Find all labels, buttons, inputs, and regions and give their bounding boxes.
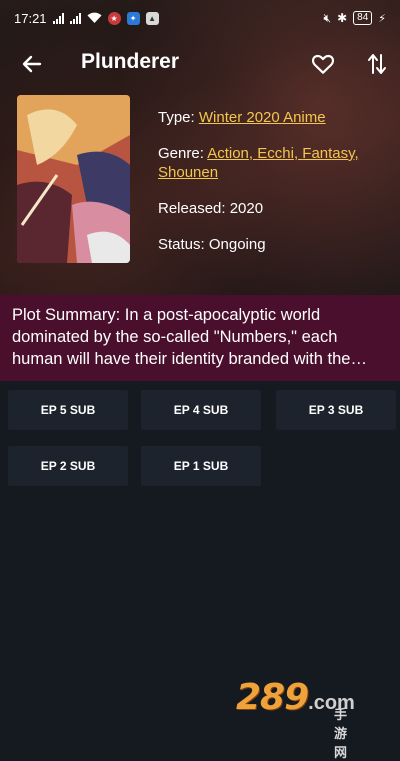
charging-icon: ⚡︎ <box>378 12 386 25</box>
genre-label: Genre: <box>158 145 208 162</box>
status-label: Status: <box>158 236 209 253</box>
mute-icon: 🔇︎ <box>323 10 332 25</box>
anime-info: Type: Winter 2020 Anime Genre: Action, E… <box>158 108 388 271</box>
episode-button-4[interactable]: EP 4 SUB <box>141 390 261 430</box>
status-time: 17:21 <box>14 10 47 26</box>
battery-icon: 84 <box>353 11 373 25</box>
genre-separator: , <box>354 145 359 162</box>
genre-link-action[interactable]: Action <box>207 145 249 162</box>
signal-icon <box>52 12 64 24</box>
status-row: Status: Ongoing <box>158 235 388 254</box>
plot-summary-text: Plot Summary: In a post-apocalyptic worl… <box>12 306 367 368</box>
released-row: Released: 2020 <box>158 199 388 218</box>
genre-link-fantasy[interactable]: Fantasy <box>302 145 354 162</box>
cover-image <box>17 95 130 263</box>
gallery-icon: ▲ <box>145 11 159 25</box>
heart-icon[interactable] <box>310 51 336 77</box>
genre-link-ecchi[interactable]: Ecchi <box>257 145 294 162</box>
plot-summary[interactable]: Plot Summary: In a post-apocalyptic worl… <box>0 295 400 381</box>
episode-button-2[interactable]: EP 2 SUB <box>8 446 128 486</box>
type-row: Type: Winter 2020 Anime <box>158 108 388 127</box>
type-link[interactable]: Winter 2020 Anime <box>199 109 326 126</box>
back-arrow-icon[interactable] <box>20 52 44 76</box>
status-left: 17:21 ★ ✦ ▲ <box>14 11 159 26</box>
status-value: Ongoing <box>208 236 266 253</box>
status-bar: 17:21 ★ ✦ ▲ 🔇︎ ✱ 84 ⚡︎ <box>0 0 400 36</box>
bluetooth-icon: ✱ <box>337 11 348 25</box>
genre-row: Genre: Action, Ecchi, Fantasy, Shounen <box>158 144 388 182</box>
watermark-cn-text: 手游网 <box>334 707 350 760</box>
watermark-logo: 289.com 手游网 <box>236 677 355 761</box>
released-value: 2020 <box>229 200 264 217</box>
genre-separator: , <box>248 145 258 162</box>
episode-button-5[interactable]: EP 5 SUB <box>8 390 128 430</box>
episode-button-1[interactable]: EP 1 SUB <box>141 446 261 486</box>
sort-icon[interactable] <box>365 51 389 77</box>
page-title: Plunderer <box>81 50 180 73</box>
released-label: Released: <box>158 200 230 217</box>
flag-icon: ★ <box>107 11 121 25</box>
episode-button-3[interactable]: EP 3 SUB <box>276 390 396 430</box>
signal-icon <box>69 12 81 24</box>
watermark-number: 289 <box>236 677 309 718</box>
genre-link-shounen[interactable]: Shounen <box>158 164 218 181</box>
vpn-icon: ✦ <box>126 11 140 25</box>
wifi-icon <box>87 12 102 23</box>
status-right: 🔇︎ ✱ 84 ⚡︎ <box>324 11 386 26</box>
toolbar: Plunderer <box>0 40 400 88</box>
type-label: Type: <box>158 109 199 126</box>
